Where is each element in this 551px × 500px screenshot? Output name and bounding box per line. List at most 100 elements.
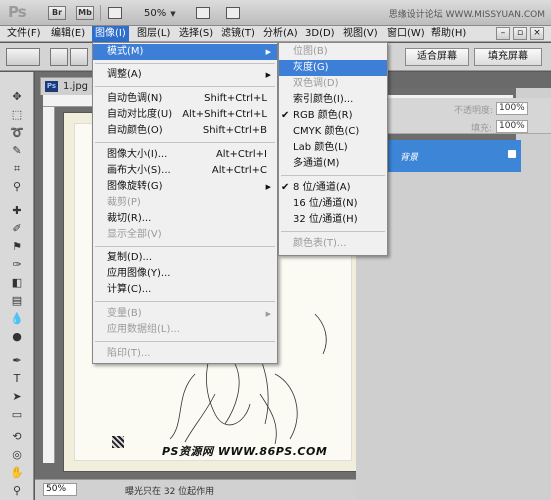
lasso-tool-icon[interactable]: ➰ xyxy=(9,126,25,139)
hand-tool-icon[interactable]: ✋ xyxy=(9,466,25,479)
zoom-tool-icon[interactable]: ⚲ xyxy=(9,484,25,497)
menu-separator xyxy=(95,86,275,87)
site-credit: 思缘设计论坛 WWW.MISSYUAN.COM xyxy=(388,10,545,20)
fill-field[interactable]: 100% xyxy=(496,120,528,133)
menu-item-trim[interactable]: 裁切(R)... xyxy=(93,211,277,227)
fill-label: 填充: xyxy=(471,124,493,134)
menu-item-bitmap: 位图(B) xyxy=(293,46,328,57)
opacity-field[interactable]: 100% xyxy=(496,102,528,115)
menu-layer[interactable]: 图层(L) xyxy=(134,26,173,42)
menu-item-apply-image[interactable]: 应用图像(Y)... xyxy=(93,266,277,282)
menu-item-mode[interactable]: 模式(M) ▶ xyxy=(93,44,277,60)
zoom-out-icon[interactable] xyxy=(70,48,88,66)
menu-item-canvas-size[interactable]: 画布大小(S)... Alt+Ctrl+C xyxy=(93,163,277,179)
menu-item-32bit[interactable]: 32 位/通道(H) xyxy=(279,212,387,228)
dodge-tool-icon[interactable]: ● xyxy=(9,330,25,343)
ruler-vertical[interactable] xyxy=(43,107,55,463)
pen-tool-icon[interactable]: ✒ xyxy=(9,354,25,367)
menu-item-auto-color[interactable]: 自动颜色(O) Shift+Ctrl+B xyxy=(93,123,277,139)
gradient-tool-icon[interactable]: ▤ xyxy=(9,294,25,307)
menu-image[interactable]: 图像(I) xyxy=(92,26,129,42)
quick-select-tool-icon[interactable]: ✎ xyxy=(9,144,25,157)
zoom-select[interactable]: 50% ▼ xyxy=(144,8,176,19)
menu-item-color-table: 颜色表(T)... xyxy=(293,238,347,249)
menu-item-16bit[interactable]: 16 位/通道(N) xyxy=(279,196,387,212)
guides-icon[interactable] xyxy=(108,7,122,19)
menu-edit[interactable]: 编辑(E) xyxy=(48,26,88,42)
menu-item-duotone: 双色调(D) xyxy=(293,78,339,89)
hand-view-icon[interactable] xyxy=(196,7,210,19)
menu-item-cmyk-color[interactable]: CMYK 颜色(C) xyxy=(279,124,387,140)
menu-select[interactable]: 选择(S) xyxy=(176,26,216,42)
menu-separator xyxy=(95,301,275,302)
move-tool-icon[interactable]: ✥ xyxy=(9,90,25,103)
photoshop-logo: Ps xyxy=(8,3,27,21)
menu-item-image-rotation[interactable]: 图像旋转(G) ▶ xyxy=(93,179,277,195)
submenu-arrow-icon: ▶ xyxy=(265,183,271,191)
layer-name: 背景 xyxy=(400,153,419,163)
menu-item-auto-contrast[interactable]: 自动对比度(U) Alt+Shift+Ctrl+L xyxy=(93,107,277,123)
history-brush-icon[interactable]: ✑ xyxy=(9,258,25,271)
checkmark-icon: ✔ xyxy=(281,110,290,121)
stamp-tool-icon[interactable]: ⚑ xyxy=(9,240,25,253)
menu-item-indexed-color[interactable]: 索引颜色(I)... xyxy=(279,92,387,108)
type-tool-icon[interactable]: T xyxy=(9,372,25,385)
3d-orbit-tool-icon[interactable]: ◎ xyxy=(9,448,25,461)
fill-screen-button[interactable]: 填充屏幕 xyxy=(474,48,542,66)
brush-tool-icon[interactable]: ✐ xyxy=(9,222,25,235)
zoom-in-icon[interactable] xyxy=(50,48,68,66)
menu-item-apply-data-set: 应用数据组(L)... xyxy=(107,324,180,335)
shape-tool-icon[interactable]: ▭ xyxy=(9,408,25,421)
menu-separator xyxy=(95,63,275,64)
menu-separator xyxy=(95,246,275,247)
screen-mode-icon[interactable] xyxy=(226,7,240,19)
menu-help[interactable]: 帮助(H) xyxy=(428,26,469,42)
menu-filter[interactable]: 滤镜(T) xyxy=(218,26,258,42)
menu-3d[interactable]: 3D(D) xyxy=(302,26,338,42)
menu-item-image-size[interactable]: 图像大小(I)... Alt+Ctrl+I xyxy=(93,147,277,163)
path-select-tool-icon[interactable]: ➤ xyxy=(9,390,25,403)
menu-separator xyxy=(281,175,385,176)
blur-tool-icon[interactable]: 💧 xyxy=(9,312,25,325)
zoom-value: 50% xyxy=(144,8,167,19)
menu-bar: 文件(F) 编辑(E) 图像(I) 图层(L) 选择(S) 滤镜(T) 分析(A… xyxy=(0,26,551,42)
watermark-text: PS资源网 WWW.86PS.COM xyxy=(162,445,328,458)
mode-submenu: 位图(B) 灰度(G) 双色调(D) 索引颜色(I)... ✔ RGB 颜色(R)… xyxy=(278,42,388,256)
menu-item-rgb-color[interactable]: ✔ RGB 颜色(R) xyxy=(279,108,387,124)
marquee-tool-icon[interactable]: ⬚ xyxy=(9,108,25,121)
submenu-arrow-icon: ▶ xyxy=(265,48,271,56)
submenu-arrow-icon: ▶ xyxy=(265,71,271,79)
zoom-field[interactable]: 50% xyxy=(43,483,77,496)
close-icon[interactable]: × xyxy=(530,27,544,40)
menu-file[interactable]: 文件(F) xyxy=(4,26,44,42)
menu-item-lab-color[interactable]: Lab 颜色(L) xyxy=(279,140,387,156)
menu-item-8bit[interactable]: ✔ 8 位/通道(A) xyxy=(279,180,387,196)
menu-item-auto-tone[interactable]: 自动色调(N) Shift+Ctrl+L xyxy=(93,91,277,107)
3d-rotate-tool-icon[interactable]: ⟲ xyxy=(9,430,25,443)
menu-item-adjust[interactable]: 调整(A) ▶ xyxy=(93,67,277,83)
checkmark-icon: ✔ xyxy=(281,182,290,193)
healing-brush-icon[interactable]: ✚ xyxy=(9,204,25,217)
menu-item-crop: 裁剪(P) xyxy=(107,197,141,208)
menu-item-multichannel[interactable]: 多通道(M) xyxy=(279,156,387,172)
menu-separator xyxy=(95,341,275,342)
eyedropper-tool-icon[interactable]: ⚲ xyxy=(9,180,25,193)
restore-icon[interactable]: ▫ xyxy=(513,27,527,40)
menu-analysis[interactable]: 分析(A) xyxy=(260,26,301,42)
panel-dock xyxy=(516,72,551,500)
menu-item-calculations[interactable]: 计算(C)... xyxy=(93,282,277,298)
eraser-tool-icon[interactable]: ◧ xyxy=(9,276,25,289)
minimize-icon[interactable]: – xyxy=(496,27,510,40)
stamp-mark xyxy=(112,436,124,448)
menu-item-duplicate[interactable]: 复制(D)... xyxy=(93,250,277,266)
menu-window[interactable]: 窗口(W) xyxy=(384,26,428,42)
menu-item-grayscale[interactable]: 灰度(G) xyxy=(279,60,387,76)
zoom-tool-preset-icon[interactable] xyxy=(6,48,40,66)
crop-tool-icon[interactable]: ⌗ xyxy=(9,162,25,175)
fit-screen-button[interactable]: 适合屏幕 xyxy=(405,48,469,66)
menu-item-variables: 变量(B) ▶ xyxy=(93,306,277,322)
bridge-button[interactable]: Br xyxy=(48,6,66,20)
menu-view[interactable]: 视图(V) xyxy=(340,26,381,42)
minibridge-button[interactable]: Mb xyxy=(76,6,94,20)
lock-icon xyxy=(508,150,516,158)
